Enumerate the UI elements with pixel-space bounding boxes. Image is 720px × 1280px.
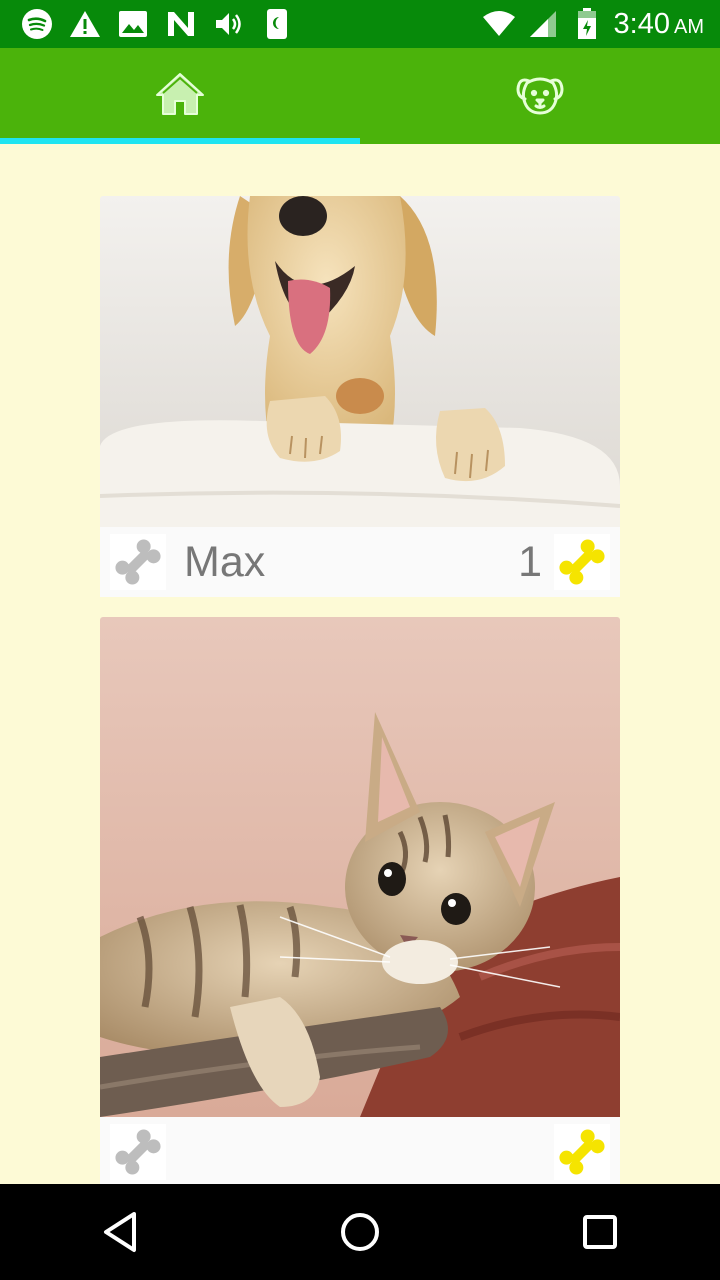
clock-ampm: AM bbox=[674, 15, 704, 38]
image-icon bbox=[116, 7, 150, 41]
pet-feed[interactable]: Max 1 bbox=[0, 144, 720, 1184]
home-button[interactable] bbox=[310, 1192, 410, 1272]
clock-time: 3:40 bbox=[613, 7, 670, 40]
system-icons: 3:40 AM bbox=[482, 7, 720, 41]
bone-grey-icon[interactable] bbox=[110, 534, 166, 590]
home-circle-icon bbox=[341, 1213, 379, 1251]
like-count: 1 bbox=[518, 537, 542, 586]
dog-face-icon bbox=[515, 71, 565, 122]
notification-icons bbox=[0, 7, 294, 41]
signal-icon bbox=[526, 7, 560, 41]
warning-icon bbox=[68, 7, 102, 41]
pet-card-footer bbox=[100, 1117, 620, 1184]
volume-icon bbox=[212, 7, 246, 41]
pet-card[interactable]: Max 1 bbox=[100, 196, 620, 597]
home-icon bbox=[155, 71, 205, 122]
tab-bar bbox=[0, 48, 720, 144]
battery-charging-icon bbox=[570, 7, 604, 41]
pet-card[interactable] bbox=[100, 617, 620, 1184]
tab-pets[interactable] bbox=[360, 48, 720, 144]
bone-yellow-icon[interactable] bbox=[554, 1124, 610, 1180]
pet-photo[interactable] bbox=[100, 196, 620, 527]
recents-square-icon bbox=[583, 1215, 617, 1249]
status-clock: 3:40 AM bbox=[614, 8, 704, 41]
phone-moon-icon bbox=[260, 7, 294, 41]
n-notification-icon bbox=[164, 7, 198, 41]
tab-home[interactable] bbox=[0, 48, 360, 144]
status-bar: 3:40 AM bbox=[0, 0, 720, 48]
back-button[interactable] bbox=[70, 1192, 170, 1272]
pet-card-footer: Max 1 bbox=[100, 527, 620, 597]
recents-button[interactable] bbox=[550, 1192, 650, 1272]
system-nav-bar bbox=[0, 1184, 720, 1280]
pet-photo[interactable] bbox=[100, 617, 620, 1117]
wifi-icon bbox=[482, 7, 516, 41]
bone-grey-icon[interactable] bbox=[110, 1124, 166, 1180]
spotify-icon bbox=[20, 7, 54, 41]
pet-name: Max bbox=[184, 537, 266, 586]
bone-yellow-icon[interactable] bbox=[554, 534, 610, 590]
back-triangle-icon bbox=[104, 1212, 136, 1252]
